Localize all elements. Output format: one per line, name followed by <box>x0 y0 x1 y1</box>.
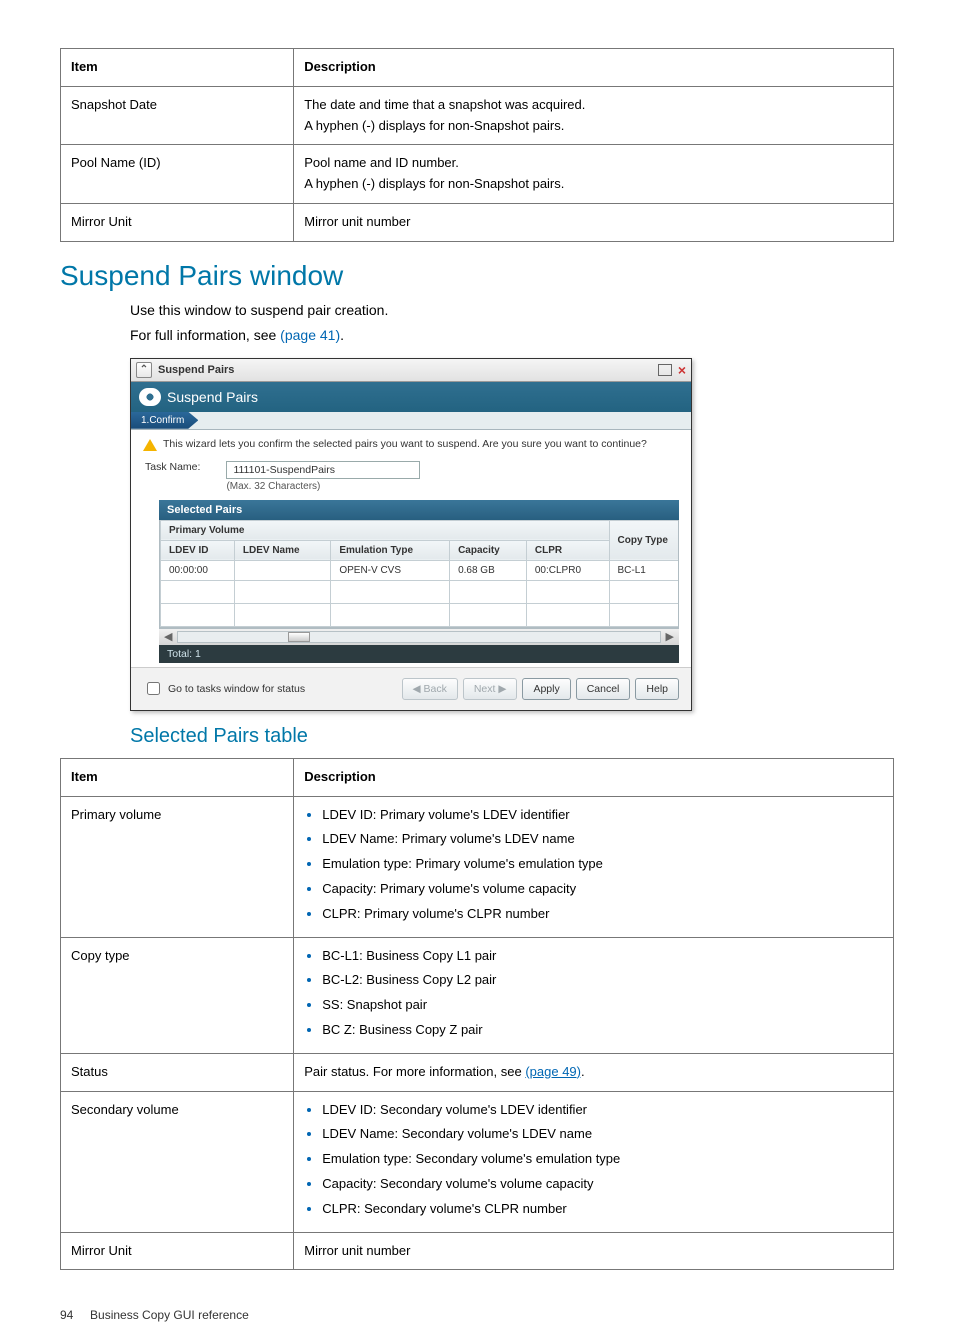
help-button[interactable]: Help <box>635 678 679 700</box>
scroll-left-icon[interactable]: ◀ <box>161 630 175 643</box>
list-item: LDEV Name: Primary volume's LDEV name <box>322 829 883 850</box>
list-item: CLPR: Secondary volume's CLPR number <box>322 1199 883 1220</box>
selected-pairs-desc-table: Item Description Primary volume LDEV ID:… <box>60 758 894 1271</box>
link-page-49[interactable]: (page 49) <box>525 1064 581 1079</box>
intro-line2: For full information, see (page 41). <box>130 325 894 346</box>
warning-icon <box>143 439 157 451</box>
footer-text: Business Copy GUI reference <box>90 1308 249 1322</box>
cell-desc: LDEV ID: Primary volume's LDEV identifie… <box>294 796 894 937</box>
intro-line1: Use this window to suspend pair creation… <box>130 300 894 321</box>
hp-logo-icon <box>139 388 161 406</box>
list-item: BC-L2: Business Copy L2 pair <box>322 970 883 991</box>
selected-pairs-grid: Primary Volume Copy Type Status LDEV ID … <box>160 520 679 627</box>
list-item: Emulation type: Secondary volume's emula… <box>322 1149 883 1170</box>
selected-pairs-title: Selected Pairs <box>159 500 679 520</box>
table-row[interactable]: 00:00:00 OPEN-V CVS 0.68 GB 00:CLPR0 BC-… <box>161 560 680 580</box>
th-desc: Description <box>294 49 894 87</box>
th-desc: Description <box>294 758 894 796</box>
cell-ldev-name <box>234 560 330 580</box>
page-number: 94 <box>60 1308 73 1322</box>
list-item: LDEV ID: Primary volume's LDEV identifie… <box>322 805 883 826</box>
task-name-label: Task Name: <box>145 461 200 473</box>
col-ldev-id[interactable]: LDEV ID <box>161 540 235 560</box>
task-name-hint: (Max. 32 Characters) <box>226 481 420 492</box>
cell-ldev-id: 00:00:00 <box>161 560 235 580</box>
cell-desc: The date and time that a snapshot was ac… <box>294 86 894 145</box>
cell-desc: BC-L1: Business Copy L1 pair BC-L2: Busi… <box>294 937 894 1053</box>
cell-desc: LDEV ID: Secondary volume's LDEV identif… <box>294 1091 894 1232</box>
list-item: Capacity: Primary volume's volume capaci… <box>322 879 883 900</box>
status-prefix: Pair status. For more information, see <box>304 1064 525 1079</box>
scroll-thumb[interactable] <box>288 632 310 642</box>
group-primary-volume: Primary Volume <box>161 520 610 540</box>
collapse-icon[interactable]: ⌃ <box>136 362 152 378</box>
cell-desc: Mirror unit number <box>294 1232 894 1270</box>
link-page-41[interactable]: (page 41) <box>280 327 340 343</box>
cell-desc: Mirror unit number <box>294 203 894 241</box>
col-clpr[interactable]: CLPR <box>526 540 609 560</box>
cell-item: Secondary volume <box>61 1091 294 1232</box>
go-to-tasks-label: Go to tasks window for status <box>168 683 305 695</box>
warning-text: This wizard lets you confirm the selecte… <box>163 438 647 450</box>
col-copy-type[interactable]: Copy Type <box>609 520 679 560</box>
cancel-button[interactable]: Cancel <box>576 678 631 700</box>
restore-icon[interactable] <box>658 364 672 376</box>
horizontal-scrollbar[interactable]: ◀ ▶ <box>159 628 679 645</box>
cell-item: Primary volume <box>61 796 294 937</box>
th-item: Item <box>61 758 294 796</box>
apply-button[interactable]: Apply <box>522 678 570 700</box>
scroll-right-icon[interactable]: ▶ <box>663 630 677 643</box>
go-to-tasks-checkbox[interactable]: Go to tasks window for status <box>143 679 305 698</box>
close-icon[interactable]: × <box>678 362 686 378</box>
status-suffix: . <box>581 1064 585 1079</box>
ribbon-title: Suspend Pairs <box>167 389 258 405</box>
ribbon: Suspend Pairs <box>131 382 691 412</box>
list-item: BC Z: Business Copy Z pair <box>322 1020 883 1041</box>
top-table: Item Description Snapshot Date The date … <box>60 48 894 242</box>
heading-selected-pairs-table: Selected Pairs table <box>130 725 894 748</box>
list-item: SS: Snapshot pair <box>322 995 883 1016</box>
cell-item: Snapshot Date <box>61 86 294 145</box>
cell-clpr: 00:CLPR0 <box>526 560 609 580</box>
cell-desc: Pair status. For more information, see (… <box>294 1053 894 1091</box>
dialog-suspend-pairs: ⌃ Suspend Pairs × Suspend Pairs 1.Confir… <box>130 358 692 711</box>
task-name-input[interactable]: 111101-SuspendPairs <box>226 461 420 479</box>
cell-item: Mirror Unit <box>61 203 294 241</box>
step-tab-confirm: 1.Confirm <box>131 412 198 429</box>
next-button: Next ▶ <box>463 678 518 700</box>
intro-suffix: . <box>340 327 344 343</box>
list-item: LDEV Name: Secondary volume's LDEV name <box>322 1124 883 1145</box>
col-ldev-name[interactable]: LDEV Name <box>234 540 330 560</box>
col-emulation[interactable]: Emulation Type <box>331 540 450 560</box>
list-item: LDEV ID: Secondary volume's LDEV identif… <box>322 1100 883 1121</box>
cell-item: Pool Name (ID) <box>61 145 294 204</box>
list-item: Capacity: Secondary volume's volume capa… <box>322 1174 883 1195</box>
total-row: Total: 1 <box>159 645 679 663</box>
list-item: Emulation type: Primary volume's emulati… <box>322 854 883 875</box>
cell-capacity: 0.68 GB <box>450 560 527 580</box>
cell-item: Mirror Unit <box>61 1232 294 1270</box>
list-item: BC-L1: Business Copy L1 pair <box>322 946 883 967</box>
col-capacity[interactable]: Capacity <box>450 540 527 560</box>
heading-suspend-pairs-window: Suspend Pairs window <box>60 260 894 292</box>
list-item: CLPR: Primary volume's CLPR number <box>322 904 883 925</box>
cell-item: Status <box>61 1053 294 1091</box>
cell-item: Copy type <box>61 937 294 1053</box>
back-button: ◀ Back <box>402 678 458 700</box>
cell-copy-type: BC-L1 <box>609 560 679 580</box>
intro-prefix: For full information, see <box>130 327 280 343</box>
go-to-tasks-input[interactable] <box>147 682 160 695</box>
cell-emulation: OPEN-V CVS <box>331 560 450 580</box>
window-title: Suspend Pairs <box>158 364 234 376</box>
cell-desc: Pool name and ID number. A hyphen (-) di… <box>294 145 894 204</box>
th-item: Item <box>61 49 294 87</box>
